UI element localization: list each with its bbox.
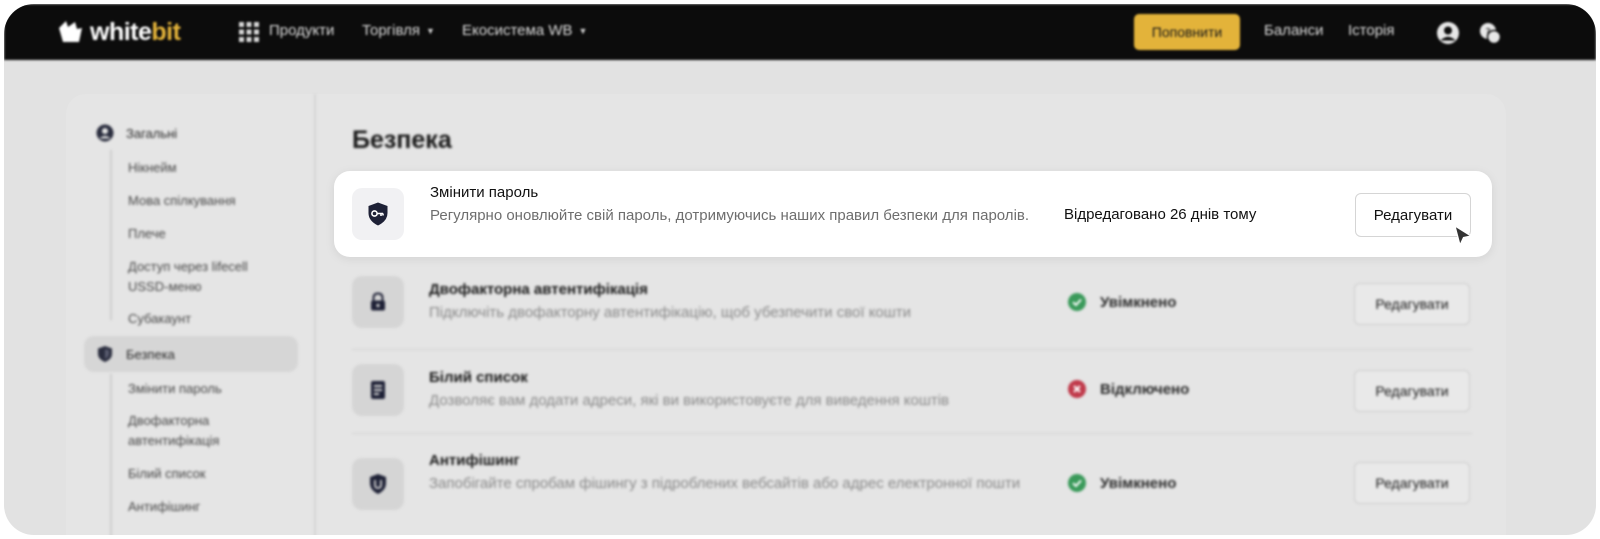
app-window: whitebit Продукти Торгівля ▼ Екосистема … (4, 4, 1596, 535)
x-circle-icon (1068, 380, 1086, 398)
row-icon-box (352, 364, 404, 416)
chevron-down-icon: ▼ (425, 25, 435, 36)
sidebar-item-whitelist[interactable]: Білий список (128, 464, 278, 484)
user-icon[interactable] (1436, 21, 1460, 45)
nav-balances-label: Баланси (1264, 22, 1324, 39)
nav-products-label: Продукти (269, 22, 335, 39)
status-text: Увімкнено (1100, 293, 1177, 311)
sidebar-item-subaccount[interactable]: Субакаунт (128, 309, 278, 329)
nav-balances[interactable]: Баланси (1264, 22, 1323, 39)
whitebit-logo[interactable]: whitebit (56, 16, 181, 48)
top-navigation: whitebit Продукти Торгівля ▼ Екосистема … (4, 4, 1596, 60)
sidebar-item-nickname[interactable]: Нікнейм (128, 158, 278, 178)
sidebar-tree-line (110, 374, 112, 535)
sidebar-item-change-password[interactable]: Змінити пароль (128, 379, 278, 399)
row-description: Дозволяє вам додати адреси, які ви викор… (429, 392, 950, 409)
nav-products[interactable]: Продукти (269, 22, 334, 39)
row-description: Підключіть двофакторну автентифікацію, щ… (429, 304, 912, 321)
sidebar-item-2fa[interactable]: Двофакторна автентифікація (128, 411, 278, 451)
security-row-change-password: Змінити пароль Регулярно оновлюйте свій … (334, 171, 1492, 257)
row-title: Білий список (429, 369, 528, 386)
whitebit-logo-mark-icon (59, 21, 82, 42)
row-description: Регулярно оновлюйте свій пароль, дотриму… (430, 207, 1030, 224)
sidebar-section-general[interactable]: Загальні (96, 124, 177, 142)
check-circle-icon (1068, 474, 1086, 492)
mouse-cursor-icon (1454, 224, 1473, 247)
row-title: Змінити пароль (430, 184, 539, 201)
logo-text-gold: bit (151, 17, 181, 46)
sidebar-section-general-label: Загальні (126, 125, 178, 141)
edit-button-antiphishing[interactable]: Редагувати (1354, 462, 1470, 504)
sidebar-item-antiphishing[interactable]: Антифішинг (128, 497, 278, 517)
grid-icon[interactable] (238, 21, 260, 43)
shield-icon (98, 346, 112, 362)
nav-ecosystem[interactable]: Екосистема WB ▼ (462, 22, 587, 39)
user-icon (96, 124, 114, 142)
row-icon-box (352, 458, 404, 510)
lock-icon (371, 292, 385, 311)
nav-trading[interactable]: Торгівля ▼ (362, 22, 435, 39)
chevron-down-icon: ▼ (578, 25, 588, 36)
svg-text:?: ? (1485, 27, 1490, 38)
row-icon-box (352, 188, 404, 240)
row-title: Двофакторна автентифікація (429, 281, 648, 298)
status-badge: Відключено (1068, 380, 1189, 398)
sidebar-item-leverage[interactable]: Плече (128, 224, 278, 244)
row-icon-box (352, 276, 404, 328)
blurred-content: Загальні Нікнейм Мова спілкування Плече … (66, 94, 1506, 535)
status-badge: Увімкнено (1068, 293, 1176, 311)
nav-trading-label: Торгівля (362, 22, 420, 39)
sidebar-item-ussd[interactable]: Доступ через lifecell USSD-меню (128, 257, 278, 297)
page-title: Безпека (352, 126, 452, 154)
antiphishing-icon (370, 474, 386, 494)
row-title: Антифішинг (429, 452, 520, 469)
edit-button-whitelist[interactable]: Редагувати (1354, 370, 1470, 412)
security-row-2fa: Двофакторна автентифікація Підключіть дв… (352, 262, 1472, 350)
nav-history-label: Історія (1348, 22, 1395, 39)
sidebar-section-security[interactable]: Безпека (96, 345, 175, 363)
deposit-button[interactable]: Поповнити (1134, 14, 1240, 50)
sidebar-tree-line (110, 150, 112, 320)
last-edited-text: Відредаговано 26 днів тому (1064, 206, 1257, 223)
status-text: Відключено (1100, 380, 1190, 398)
key-shield-icon (368, 202, 388, 226)
sidebar-item-language[interactable]: Мова спілкування (128, 191, 278, 211)
support-icon[interactable]: ? (1478, 21, 1502, 45)
settings-sidebar: Загальні Нікнейм Мова спілкування Плече … (66, 94, 316, 535)
logo-text-white: white (90, 17, 152, 46)
row-description: Запобігайте спробам фішингу з підроблени… (429, 475, 1021, 492)
nav-ecosystem-label: Екосистема WB (462, 22, 573, 39)
settings-card: Загальні Нікнейм Мова спілкування Плече … (66, 94, 1506, 535)
check-circle-icon (1068, 293, 1086, 311)
whitelist-icon (371, 381, 385, 399)
sidebar-section-security-label: Безпека (126, 346, 175, 362)
edit-button-2fa[interactable]: Редагувати (1354, 283, 1470, 325)
status-text: Увімкнено (1100, 474, 1177, 492)
nav-history[interactable]: Історія (1348, 22, 1395, 39)
status-badge: Увімкнено (1068, 474, 1176, 492)
security-row-whitelist: Білий список Дозволяє вам додати адреси,… (352, 350, 1472, 434)
security-row-antiphishing: Антифішинг Запобігайте спробам фішингу з… (352, 434, 1472, 535)
